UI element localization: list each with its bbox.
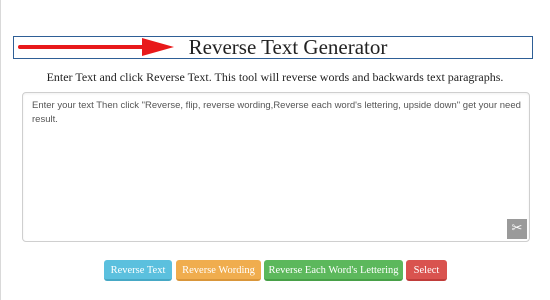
text-input-content[interactable]: Enter your text Then click "Reverse, fli…	[32, 99, 522, 127]
red-arrow-icon	[18, 38, 174, 56]
page-left-border	[0, 0, 1, 300]
resize-icon[interactable]: ✂	[507, 219, 527, 239]
reverse-wording-button[interactable]: Reverse Wording	[176, 260, 261, 281]
select-button[interactable]: Select	[406, 260, 447, 281]
instructions-text: Enter Text and click Reverse Text. This …	[46, 70, 504, 84]
reverse-each-word-lettering-button[interactable]: Reverse Each Word's Lettering	[264, 260, 403, 281]
action-buttons: Reverse Text Reverse Wording Reverse Eac…	[0, 260, 550, 282]
reverse-text-button[interactable]: Reverse Text	[104, 260, 172, 281]
page-title: Reverse Text Generator	[188, 35, 388, 59]
text-input-area[interactable]: Enter your text Then click "Reverse, fli…	[22, 92, 530, 242]
